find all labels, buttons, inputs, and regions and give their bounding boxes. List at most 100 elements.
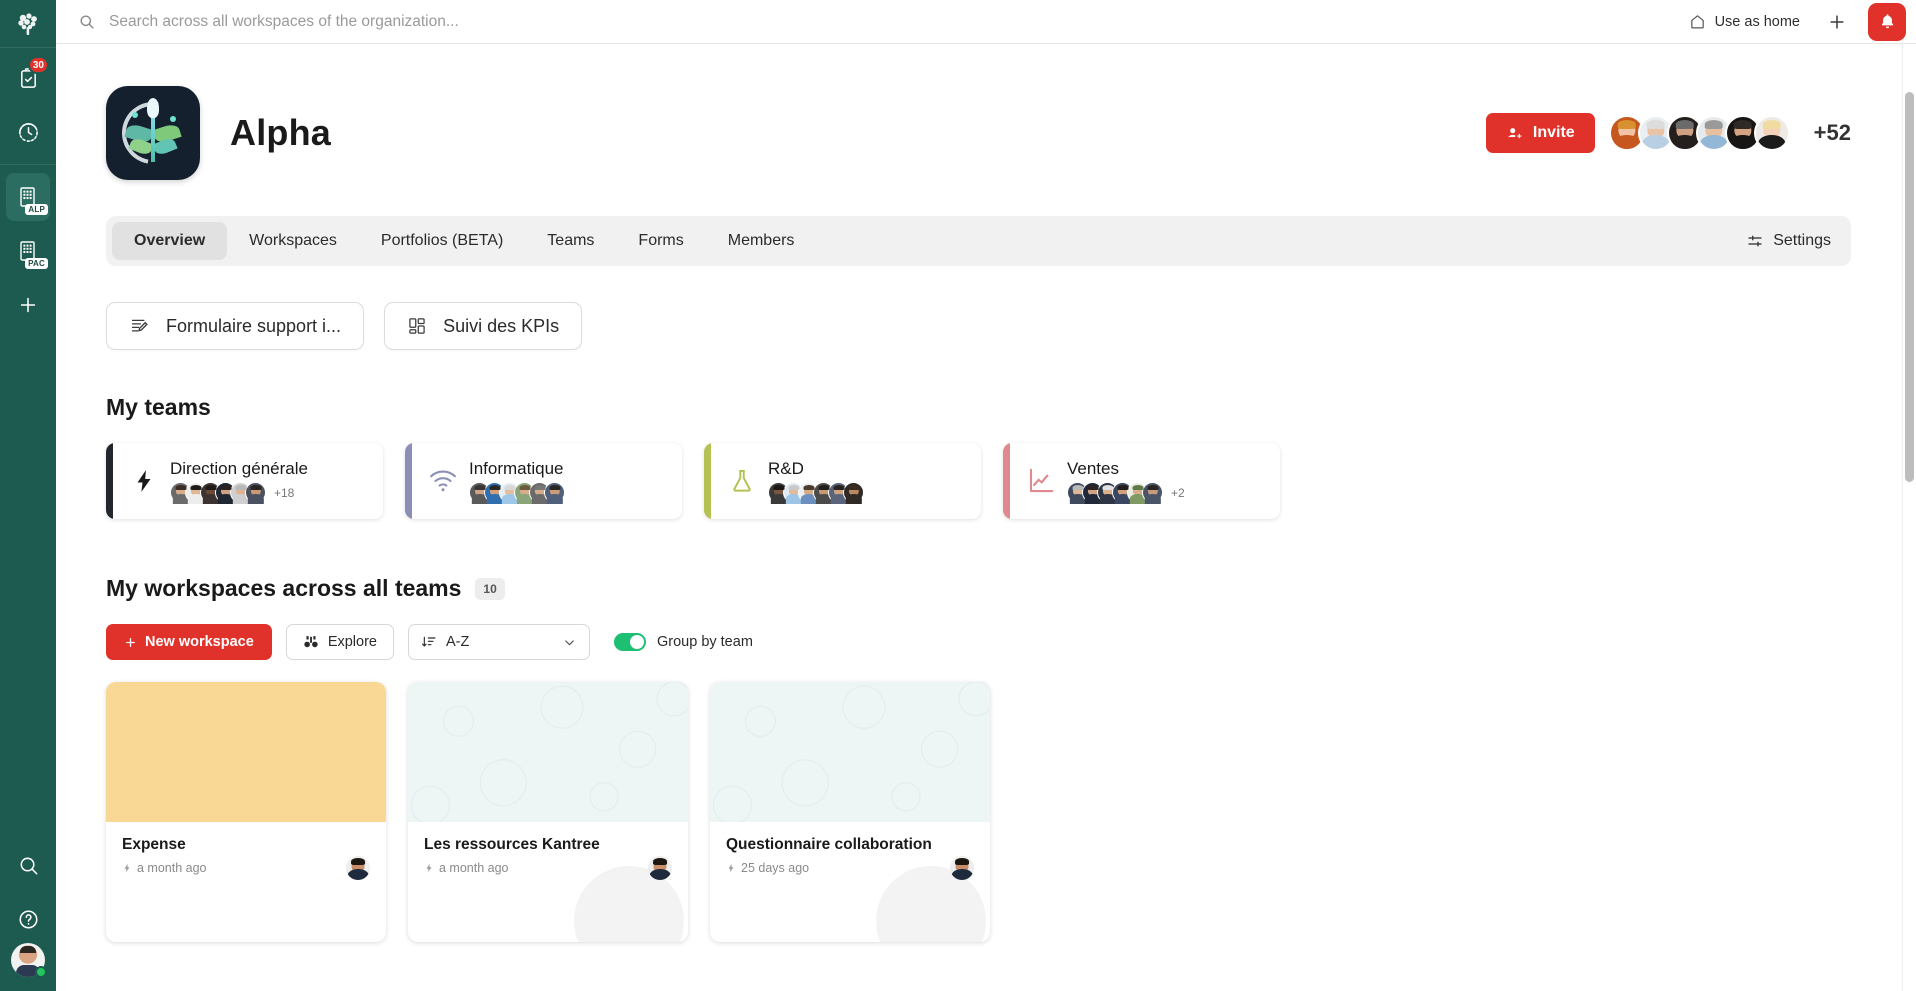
tab-overview[interactable]: Overview [112,222,228,260]
team-member-stack[interactable]: +18 [170,482,308,503]
team-card-informatique[interactable]: Informatique [405,443,682,519]
team-card-rd[interactable]: R&D [704,443,981,519]
tab-members[interactable]: Members [706,222,817,260]
search-icon [80,15,94,29]
search-icon [20,857,37,874]
shortcut-label: Suivi des KPIs [443,315,560,336]
new-workspace-label: New workspace [145,634,254,650]
invite-button[interactable]: Invite [1485,113,1595,153]
team-member-overflow: +18 [274,485,295,500]
sliders-icon [1748,235,1762,247]
workspaces-grid: Expense a month ago Les ressources Kantr… [106,682,1916,942]
workspace-info: Expense a month ago [106,822,386,942]
global-search-button[interactable] [6,841,50,889]
team-color-stripe [704,443,711,519]
avatar[interactable] [11,943,47,978]
tab-bar: Overview Workspaces Portfolios (BETA) Te… [106,216,1851,266]
member-overflow-count[interactable]: +52 [1814,120,1851,146]
sidebar-item-org-alpha[interactable]: ALP [6,173,50,221]
search-input[interactable] [107,11,787,32]
team-name: R&D [768,459,804,478]
workspace-card-les-ressources-kantree[interactable]: Les ressources Kantree a month ago [408,682,688,942]
team-card-direction-generale[interactable]: Direction générale +18 [106,443,383,519]
search-bar[interactable] [78,0,1689,43]
workspace-card-questionnaire-collaboration[interactable]: Questionnaire collaboration 25 days ago [710,682,990,942]
workspace-owner-avatar[interactable] [648,856,672,880]
workspace-owner-avatar[interactable] [950,856,974,880]
workspace-owner-avatar[interactable] [346,856,370,880]
my-workspaces-title: My workspaces across all teams [106,575,462,601]
team-color-stripe [405,443,412,519]
lightning-bolt-icon [137,470,151,492]
sidebar-item-recent[interactable] [6,108,50,156]
org-tag-pac: PAC [25,258,48,269]
team-member-stack[interactable] [469,482,573,503]
team-icon-wrap [118,466,170,496]
scrollbar-track[interactable] [1902,44,1916,991]
binoculars-icon [304,636,318,648]
workspace-info: Les ressources Kantree a month ago [408,822,688,942]
workspace-info: Questionnaire collaboration 25 days ago [710,822,990,942]
left-rail: 30 ALP PAC [0,0,56,991]
help-button[interactable] [6,895,50,943]
team-body: Informatique [469,459,573,503]
workspace-name: Expense [122,836,186,853]
workspace-card-expense[interactable]: Expense a month ago [106,682,386,942]
workspaces-toolbar: New workspace Explore A-Z Group by team [106,624,1916,660]
rail-divider [0,164,56,165]
toggle-switch[interactable] [613,633,646,651]
shortcut-suivi-kpis[interactable]: Suivi des KPIs [384,302,583,350]
lightning-bolt-icon [728,863,734,873]
flask-icon [733,470,751,492]
team-color-stripe [1003,443,1010,519]
wifi-icon [430,470,456,492]
team-card-ventes[interactable]: Ventes +2 [1003,443,1280,519]
chevron-down-icon [565,639,574,645]
form-edit-icon [131,319,148,332]
team-icon-wrap [417,468,469,494]
lightning-bolt-icon [124,863,130,873]
notifications-button[interactable] [1868,2,1906,41]
create-button[interactable] [1822,7,1852,37]
new-workspace-button[interactable]: New workspace [106,624,272,660]
team-member-stack[interactable]: +2 [1067,482,1185,503]
tab-portfolios[interactable]: Portfolios (BETA) [359,222,525,260]
tab-forms[interactable]: Forms [616,222,705,260]
avatar [843,482,864,503]
my-teams-heading: My teams [106,394,1916,421]
org-tag-alp: ALP [25,204,48,215]
presence-indicator [35,966,47,978]
sidebar-item-my-tasks[interactable]: 30 [6,54,50,102]
team-name: Direction générale [170,459,308,478]
workspace-cover [408,682,688,822]
member-avatar-stack[interactable] [1608,115,1790,151]
scrollbar-thumb[interactable] [1905,92,1914,482]
shortcut-formulaire-support[interactable]: Formulaire support i... [106,302,365,350]
settings-label: Settings [1773,232,1831,249]
help-question-icon [18,909,38,929]
avatar[interactable] [1753,115,1790,151]
avatar [544,482,565,503]
team-name: Informatique [469,459,564,478]
sort-select[interactable]: A-Z [407,624,590,660]
plus-icon [20,297,36,313]
clock-history-icon [18,122,38,142]
home-icon [1690,15,1704,29]
main-content: Alpha Invite +52 Overview Workspaces Por… [56,44,1916,991]
team-member-stack[interactable] [768,482,872,503]
line-chart-icon [1029,468,1054,493]
explore-button[interactable]: Explore [285,624,394,660]
add-organization-button[interactable] [6,281,50,329]
workspace-name: Questionnaire collaboration [726,836,932,853]
settings-button[interactable]: Settings [1746,232,1831,250]
tab-teams[interactable]: Teams [525,222,616,260]
brain-tree-logo-icon [18,12,37,35]
sidebar-item-org-pac[interactable]: PAC [6,227,50,275]
team-name: Ventes [1067,459,1119,478]
use-as-home-button[interactable]: Use as home [1689,13,1800,30]
workspace-name: Les ressources Kantree [424,836,600,853]
app-logo[interactable] [0,0,56,48]
tab-workspaces[interactable]: Workspaces [227,222,359,260]
group-by-team-toggle[interactable]: Group by team [613,633,753,651]
team-member-overflow: +2 [1171,485,1185,500]
